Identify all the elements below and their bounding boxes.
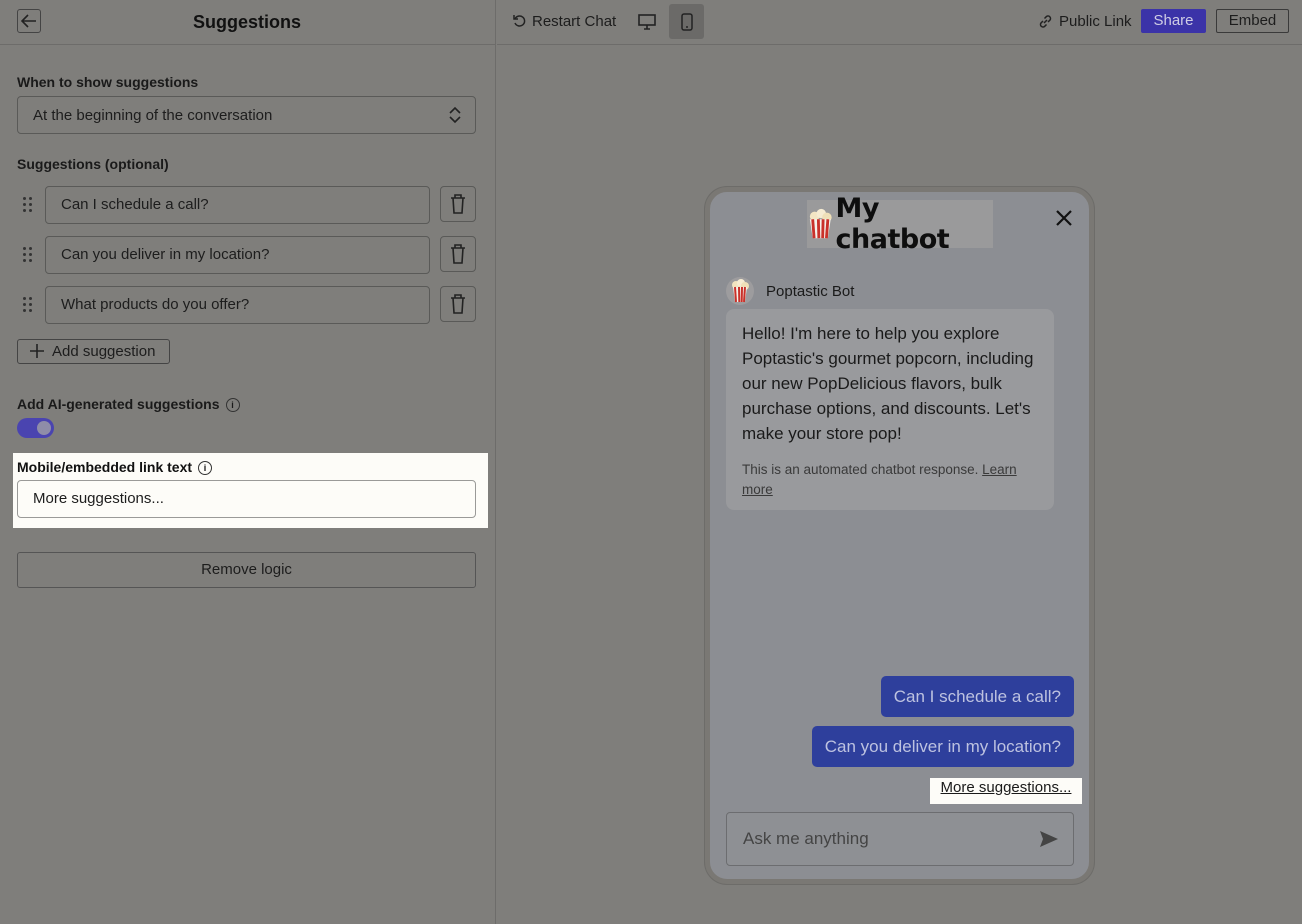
- mobile-link-section: Mobile/embedded link text i More suggesti…: [13, 453, 488, 528]
- toggle-knob: [37, 421, 51, 435]
- chat-message-input[interactable]: Ask me anything: [726, 812, 1074, 866]
- mobile-link-label-text: Mobile/embedded link text: [17, 459, 193, 475]
- share-button[interactable]: Share: [1141, 9, 1206, 33]
- suggestions-label: Suggestions (optional): [17, 156, 169, 172]
- more-suggestions-link[interactable]: More suggestions...: [930, 778, 1082, 804]
- public-link-label: Public Link: [1059, 13, 1132, 30]
- suggestion-input[interactable]: What products do you offer?: [45, 286, 430, 324]
- panel-header: Suggestions: [0, 0, 496, 45]
- bot-name: Poptastic Bot: [766, 283, 855, 300]
- automated-response-note: This is an automated chatbot response. L…: [742, 460, 1038, 500]
- chatbot-logo: My chatbot: [807, 193, 993, 255]
- chatbot-logo-text: My chatbot: [835, 193, 950, 255]
- info-icon[interactable]: i: [225, 398, 240, 413]
- bot-avatar: [726, 277, 754, 305]
- embed-button[interactable]: Embed: [1216, 9, 1289, 33]
- monitor-icon: [637, 13, 656, 30]
- chat-input-placeholder: Ask me anything: [743, 829, 869, 848]
- restart-chat-button[interactable]: Restart Chat: [513, 13, 616, 30]
- ai-suggestions-text: Add AI-generated suggestions: [17, 396, 220, 412]
- bot-message-text: Hello! I'm here to help you explore Popt…: [742, 324, 1034, 443]
- suggestions-panel: Suggestions When to show suggestions At …: [0, 0, 496, 924]
- popcorn-icon: [809, 208, 832, 239]
- trash-icon: [451, 244, 465, 264]
- add-suggestion-label: Add suggestion: [52, 343, 156, 360]
- close-icon[interactable]: [1055, 209, 1073, 227]
- chevron-updown-icon: [449, 106, 461, 124]
- mobile-view-button[interactable]: [669, 4, 704, 39]
- automated-note-text: This is an automated chatbot response.: [742, 462, 983, 477]
- when-select[interactable]: At the beginning of the conversation: [17, 96, 476, 134]
- trash-icon: [451, 294, 465, 314]
- info-icon[interactable]: i: [198, 461, 213, 476]
- suggestion-row: Can I schedule a call?: [17, 186, 477, 224]
- delete-suggestion-button[interactable]: [440, 186, 476, 222]
- popcorn-icon: [732, 279, 749, 303]
- suggestion-row: Can you deliver in my location?: [17, 236, 477, 274]
- drag-handle-icon[interactable]: [23, 297, 33, 313]
- delete-suggestion-button[interactable]: [440, 236, 476, 272]
- restart-chat-label: Restart Chat: [532, 13, 617, 30]
- suggestion-input[interactable]: Can I schedule a call?: [45, 186, 430, 224]
- preview-toolbar: Restart Chat Public Link Share Embed: [497, 0, 1302, 45]
- ai-suggestions-label: Add AI-generated suggestions i: [17, 396, 240, 413]
- delete-suggestion-button[interactable]: [440, 286, 476, 322]
- trash-icon: [451, 194, 465, 214]
- public-link-button[interactable]: Public Link: [1038, 13, 1132, 30]
- bot-message-bubble: Hello! I'm here to help you explore Popt…: [726, 309, 1054, 510]
- when-select-value: At the beginning of the conversation: [33, 107, 273, 124]
- chat-preview-phone: My chatbot Poptastic Bot Hello! I'm here…: [705, 187, 1094, 884]
- mobile-link-input[interactable]: More suggestions...: [17, 480, 476, 518]
- restart-icon: [513, 15, 526, 27]
- suggestion-input[interactable]: Can you deliver in my location?: [45, 236, 430, 274]
- drag-handle-icon[interactable]: [23, 197, 33, 213]
- link-icon: [1039, 15, 1052, 28]
- plus-icon: [30, 344, 44, 358]
- desktop-view-button[interactable]: [629, 4, 664, 39]
- suggestion-row: What products do you offer?: [17, 286, 477, 324]
- suggestion-chip[interactable]: Can you deliver in my location?: [811, 726, 1074, 767]
- drag-handle-icon[interactable]: [23, 247, 33, 263]
- phone-icon: [680, 12, 693, 31]
- remove-logic-button[interactable]: Remove logic: [17, 552, 476, 588]
- panel-title: Suggestions: [192, 12, 301, 32]
- ai-suggestions-toggle[interactable]: [17, 418, 54, 438]
- add-suggestion-button[interactable]: Add suggestion: [17, 339, 170, 364]
- suggestion-chip[interactable]: Can I schedule a call?: [880, 676, 1074, 717]
- send-icon[interactable]: [1039, 830, 1059, 848]
- mobile-link-label: Mobile/embedded link text i: [17, 459, 213, 476]
- when-label: When to show suggestions: [17, 74, 199, 90]
